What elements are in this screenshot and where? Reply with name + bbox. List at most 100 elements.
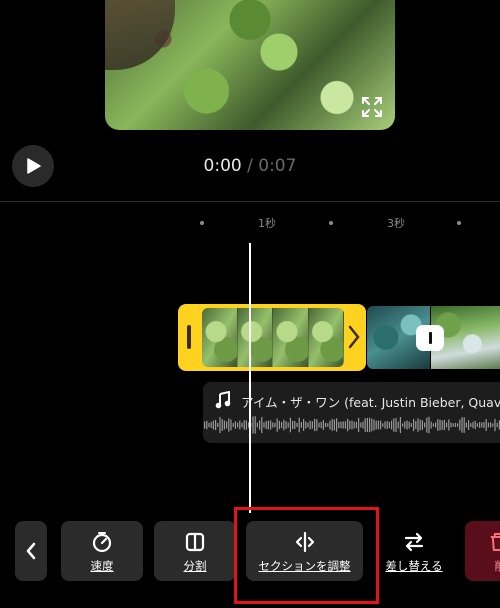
waveform-bar bbox=[358, 417, 360, 433]
total-time: 0:07 bbox=[258, 156, 297, 176]
waveform-bar bbox=[450, 422, 452, 428]
waveform-bar bbox=[421, 420, 423, 430]
waveform-bar bbox=[393, 418, 395, 432]
waveform-bar bbox=[463, 417, 465, 433]
waveform-bar bbox=[289, 417, 291, 433]
waveform-bar bbox=[259, 420, 261, 430]
waveform-bar bbox=[344, 421, 346, 429]
trim-handle-left[interactable] bbox=[187, 325, 191, 349]
waveform-bar bbox=[298, 417, 300, 433]
waveform-bar bbox=[285, 421, 287, 429]
waveform-bar bbox=[223, 420, 225, 430]
waveform-bar bbox=[296, 422, 298, 428]
waveform-bar bbox=[338, 421, 340, 429]
waveform-bar bbox=[232, 423, 234, 427]
waveform-bar bbox=[230, 419, 232, 431]
waveform-bar bbox=[479, 422, 481, 428]
waveform-bar bbox=[336, 418, 338, 432]
back-button[interactable] bbox=[15, 521, 47, 581]
waveform-bar bbox=[272, 422, 274, 428]
waveform-bar bbox=[329, 420, 331, 430]
video-preview bbox=[105, 0, 395, 130]
waveform-bar bbox=[426, 417, 428, 433]
speed-icon bbox=[92, 532, 112, 553]
waveform-bar bbox=[441, 420, 443, 430]
waveform-bar bbox=[204, 421, 206, 429]
ruler-dot bbox=[329, 221, 333, 225]
music-note-icon bbox=[215, 391, 231, 409]
time-separator: / bbox=[247, 156, 253, 176]
waveform-bar bbox=[311, 421, 313, 429]
playhead[interactable] bbox=[249, 243, 251, 513]
split-icon bbox=[185, 532, 205, 552]
expand-icon[interactable] bbox=[361, 96, 383, 118]
waveform-bar bbox=[404, 421, 406, 429]
waveform-bar bbox=[263, 422, 265, 428]
waveform-bar bbox=[256, 422, 258, 428]
selected-clip[interactable] bbox=[178, 304, 366, 371]
waveform-bar bbox=[371, 418, 373, 432]
waveform-bar bbox=[254, 416, 256, 434]
current-time: 0:00 bbox=[203, 156, 242, 176]
highlight-box bbox=[234, 507, 379, 604]
waveform-bar bbox=[362, 421, 364, 429]
audio-waveform bbox=[204, 416, 500, 434]
waveform-bar bbox=[331, 418, 333, 432]
clip-thumbnails bbox=[202, 308, 344, 367]
chevron-right-icon[interactable] bbox=[347, 324, 361, 350]
split-label: 分割 bbox=[183, 559, 207, 573]
speed-label: 速度 bbox=[90, 559, 114, 573]
waveform-bar bbox=[459, 419, 461, 431]
split-button[interactable]: 分割 bbox=[154, 521, 236, 581]
waveform-bar bbox=[399, 416, 401, 434]
waveform-bar bbox=[261, 416, 263, 434]
waveform-bar bbox=[287, 422, 289, 428]
audio-track[interactable]: アイム・ザ・ワン (feat. Justin Bieber, Quavo bbox=[203, 382, 500, 443]
waveform-bar bbox=[325, 422, 327, 428]
replace-button[interactable]: 差し替える bbox=[378, 521, 450, 581]
waveform-bar bbox=[461, 417, 463, 433]
waveform-bar bbox=[410, 423, 412, 427]
waveform-bar bbox=[283, 419, 285, 431]
waveform-bar bbox=[221, 419, 223, 431]
waveform-bar bbox=[483, 422, 485, 428]
speed-button[interactable]: 速度 bbox=[61, 521, 143, 581]
ruler-label-3s: 3秒 bbox=[387, 217, 405, 230]
waveform-bar bbox=[496, 422, 498, 428]
audio-title: アイム・ザ・ワン (feat. Justin Bieber, Quavo bbox=[241, 395, 500, 410]
waveform-bar bbox=[355, 421, 357, 429]
waveform-bar bbox=[318, 422, 320, 428]
waveform-bar bbox=[215, 419, 217, 431]
waveform-bar bbox=[424, 422, 426, 428]
clip-thumbnail bbox=[202, 308, 238, 367]
waveform-bar bbox=[391, 420, 393, 430]
preview-tree-trunk bbox=[105, 0, 175, 70]
waveform-bar bbox=[351, 420, 353, 430]
waveform-bar bbox=[294, 420, 296, 430]
waveform-bar bbox=[446, 422, 448, 428]
trash-icon bbox=[490, 533, 500, 551]
waveform-bar bbox=[245, 420, 247, 430]
waveform-bar bbox=[377, 420, 379, 430]
replace-label: 差し替える bbox=[385, 559, 443, 573]
waveform-bar bbox=[270, 420, 272, 430]
waveform-bar bbox=[494, 418, 496, 432]
waveform-bar bbox=[274, 422, 276, 428]
waveform-bar bbox=[327, 423, 329, 427]
transition-button[interactable] bbox=[416, 325, 444, 351]
waveform-bar bbox=[474, 420, 476, 430]
waveform-bar bbox=[380, 420, 382, 430]
waveform-bar bbox=[430, 421, 432, 429]
waveform-bar bbox=[369, 417, 371, 433]
waveform-bar bbox=[228, 418, 230, 432]
waveform-bar bbox=[402, 423, 404, 427]
waveform-bar bbox=[408, 421, 410, 429]
clip-thumbnail bbox=[237, 308, 273, 367]
delete-button[interactable]: 削 bbox=[465, 521, 500, 581]
waveform-bar bbox=[265, 421, 267, 429]
waveform-bar bbox=[212, 420, 214, 430]
waveform-bar bbox=[342, 421, 344, 429]
waveform-bar bbox=[241, 422, 243, 428]
waveform-bar bbox=[388, 421, 390, 429]
waveform-bar bbox=[320, 421, 322, 429]
